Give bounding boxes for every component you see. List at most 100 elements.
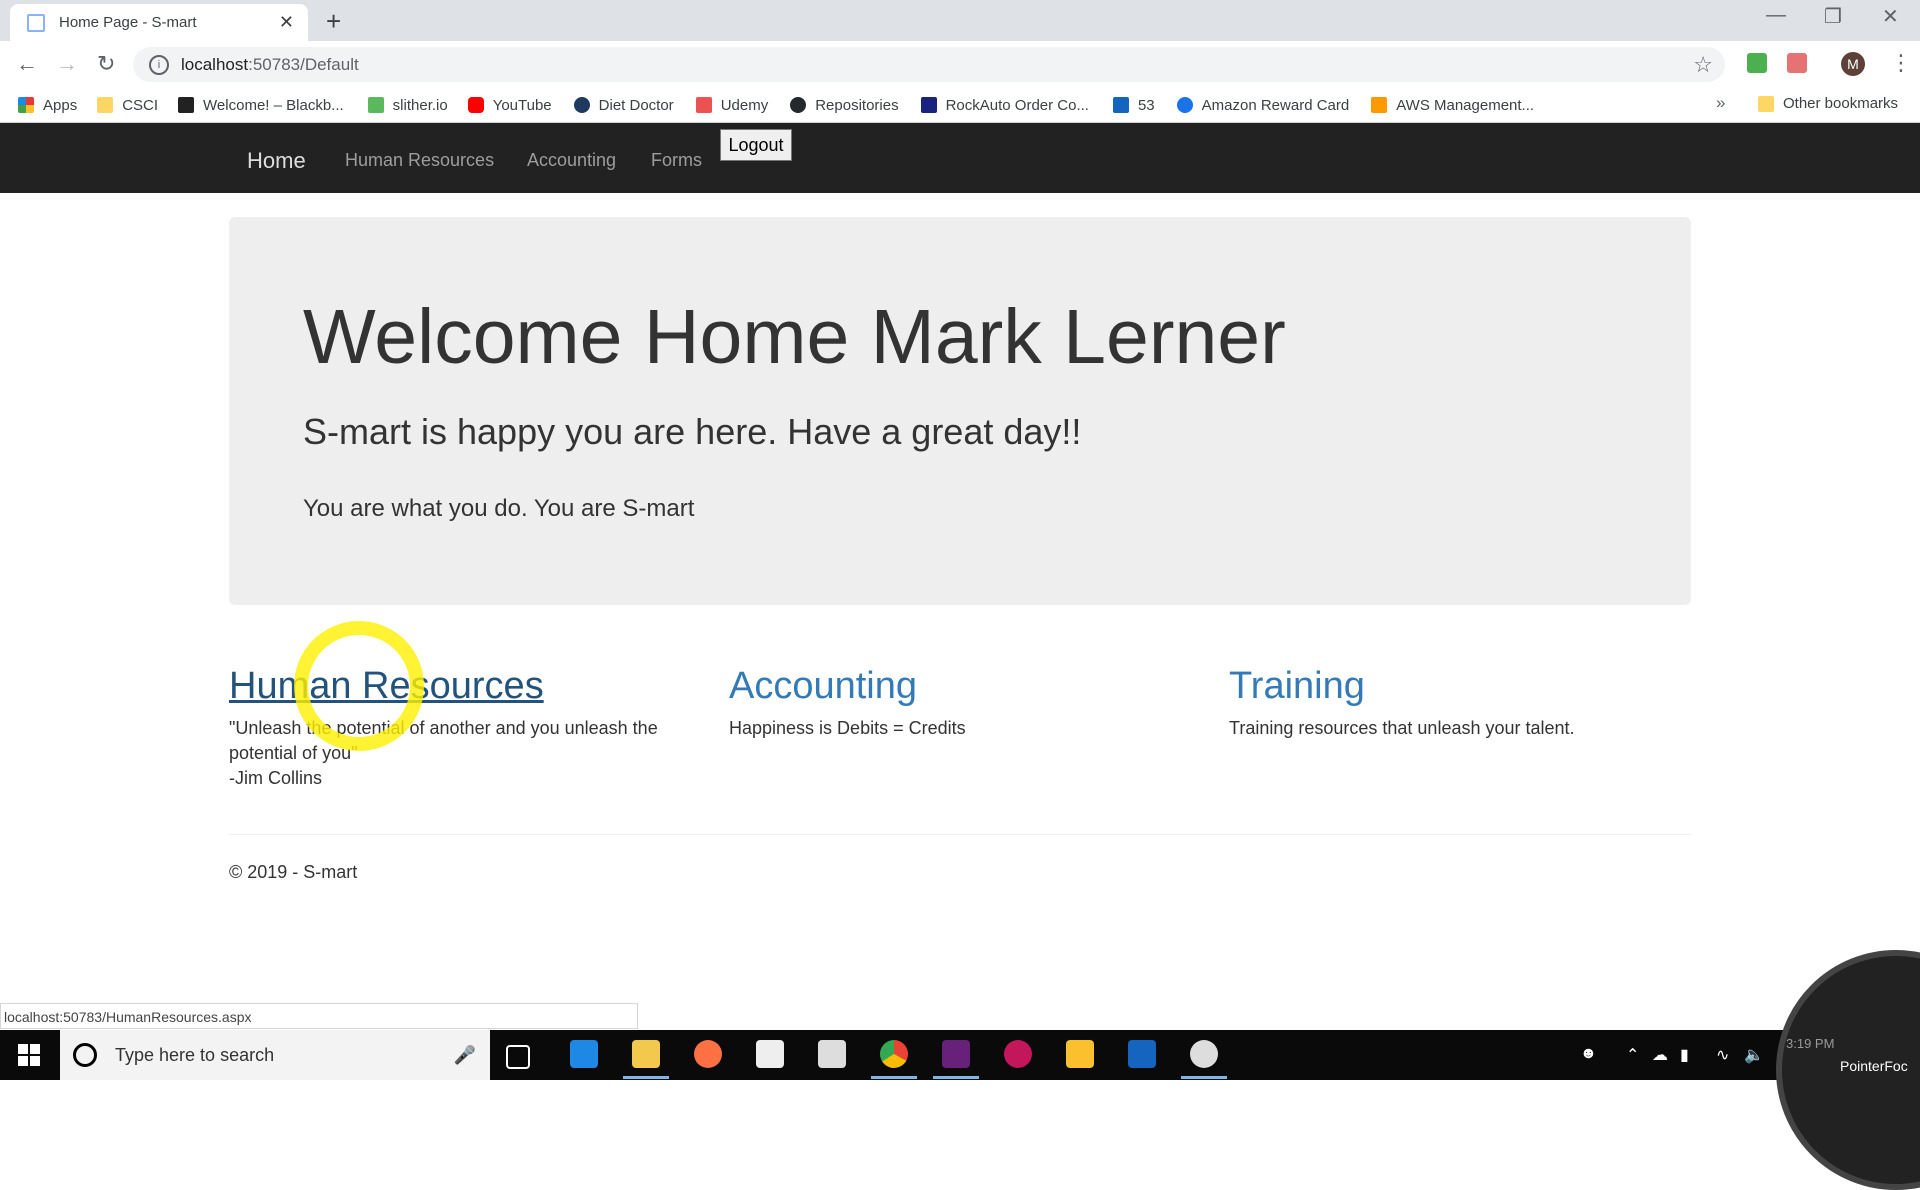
pdf-extension-icon[interactable] — [1787, 53, 1807, 73]
battery-icon[interactable]: ▮ — [1680, 1045, 1689, 1065]
windows-start-icon[interactable] — [18, 1044, 40, 1066]
running-indicator — [1181, 1076, 1227, 1079]
wifi-icon[interactable]: ∿ — [1716, 1045, 1729, 1065]
minimize-icon[interactable]: — — [1766, 4, 1786, 27]
task-view-icon[interactable] — [506, 1045, 530, 1069]
sql-app-icon[interactable] — [1128, 1040, 1156, 1068]
bookmark-amazon-reward[interactable]: Amazon Reward Card — [1176, 96, 1350, 114]
browser-menu-icon[interactable]: ⋮ — [1890, 50, 1912, 76]
running-indicator — [623, 1076, 669, 1079]
hr-quote: "Unleash the potential of another and yo… — [229, 716, 689, 791]
bookmark-slither[interactable]: slither.io — [367, 97, 448, 114]
cortana-icon — [73, 1043, 97, 1067]
bookmark-label: RockAuto Order Co... — [945, 96, 1089, 114]
chrome-icon[interactable] — [880, 1040, 908, 1068]
clock-time: 3:19 PM — [1786, 1036, 1835, 1051]
bookmarks-overflow-icon[interactable]: » — [1716, 93, 1725, 113]
taskbar-search[interactable]: Type here to search 🎤 — [60, 1030, 490, 1080]
people-icon[interactable]: ☻ — [1580, 1045, 1597, 1063]
bookmark-rockauto[interactable]: RockAuto Order Co... — [920, 96, 1089, 114]
bookmark-label: Welcome! – Blackb... — [203, 96, 344, 114]
pointer-focus-label: PointerFoc — [1840, 1058, 1908, 1074]
tools-app-icon[interactable] — [1066, 1040, 1094, 1068]
running-indicator — [871, 1076, 917, 1079]
mail-icon[interactable] — [756, 1040, 784, 1068]
hr-quote-text: "Unleash the potential of another and yo… — [229, 718, 658, 763]
bookmark-star-icon[interactable]: ☆ — [1693, 52, 1713, 78]
nav-home[interactable]: Home — [247, 148, 306, 174]
avatar[interactable]: M — [1841, 52, 1865, 76]
paint-3d-icon[interactable] — [1190, 1040, 1218, 1068]
file-explorer-icon[interactable] — [632, 1040, 660, 1068]
restore-icon[interactable]: ❐ — [1824, 4, 1842, 29]
slither-icon — [367, 97, 384, 113]
paint-app-icon[interactable] — [1004, 1040, 1032, 1068]
bookmark-apps[interactable]: Apps — [18, 97, 77, 114]
rockauto-icon — [920, 97, 937, 113]
store-icon[interactable] — [818, 1040, 846, 1068]
url-text: localhost:50783/Default — [181, 55, 359, 75]
bookmark-diet-doctor[interactable]: Diet Doctor — [573, 96, 674, 114]
tab-home-page[interactable]: Home Page - S-mart ✕ — [10, 4, 308, 41]
other-bookmarks[interactable]: Other bookmarks — [1758, 95, 1898, 112]
forward-icon[interactable]: → — [56, 51, 78, 77]
training-link[interactable]: Training — [1229, 665, 1689, 708]
tab-close-icon[interactable]: ✕ — [279, 12, 294, 33]
hr-quote-author: -Jim Collins — [229, 768, 323, 788]
url-host: localhost — [181, 54, 249, 74]
close-window-icon[interactable]: ✕ — [1882, 4, 1899, 29]
logout-button[interactable]: Logout — [720, 129, 792, 161]
bookmark-label: YouTube — [492, 96, 552, 114]
new-tab-button[interactable]: + — [326, 6, 341, 37]
onedrive-icon[interactable]: ☁ — [1652, 1045, 1668, 1065]
bookmark-blackboard[interactable]: Welcome! – Blackb... — [178, 97, 344, 114]
edge-icon[interactable] — [570, 1040, 598, 1068]
welcome-subheading: S-mart is happy you are here. Have a gre… — [303, 411, 1082, 452]
folder-icon — [97, 97, 114, 113]
reward-card-icon — [1176, 97, 1193, 113]
site-info-icon[interactable]: i — [149, 54, 169, 75]
footer-copyright: © 2019 - S-mart — [229, 862, 358, 882]
bookmark-label: CSCI — [122, 96, 159, 114]
url-path: :50783/Default — [248, 54, 359, 74]
udemy-icon — [695, 97, 712, 113]
apps-grid-icon — [18, 97, 34, 113]
bookmark-repositories[interactable]: Repositories — [790, 97, 899, 114]
tray-chevron-icon[interactable]: ⌃ — [1626, 1045, 1639, 1065]
diet-doctor-icon — [573, 97, 590, 113]
blackboard-icon — [178, 97, 195, 113]
back-icon[interactable]: ← — [16, 51, 38, 77]
jumbotron: Welcome Home Mark Lerner S-mart is happy… — [229, 217, 1691, 605]
tab-strip: Home Page - S-mart ✕ + — ❐ ✕ — [0, 0, 1920, 41]
bookmark-label: Udemy — [720, 96, 769, 114]
accounting-text: Happiness is Debits = Credits — [729, 718, 966, 738]
footer-divider — [229, 834, 1691, 835]
bookmark-csci[interactable]: CSCI — [97, 97, 158, 114]
extension-icon[interactable] — [1747, 53, 1767, 73]
running-indicator — [933, 1076, 979, 1079]
bank-icon — [1112, 97, 1129, 113]
bookmark-label: Diet Doctor — [598, 96, 674, 114]
microphone-icon[interactable]: 🎤 — [454, 1045, 476, 1066]
nav-accounting[interactable]: Accounting — [527, 150, 616, 171]
github-icon — [790, 97, 807, 113]
nav-forms[interactable]: Forms — [651, 150, 702, 171]
bookmark-label: AWS Management... — [1396, 96, 1535, 114]
bookmarks-bar: Apps CSCI Welcome! – Blackb... slither.i… — [0, 88, 1920, 123]
tab-title: Home Page - S-mart — [59, 14, 197, 31]
bookmark-youtube[interactable]: YouTube — [467, 96, 552, 114]
bookmark-udemy[interactable]: Udemy — [695, 96, 769, 114]
address-bar[interactable]: i localhost:50783/Default ☆ — [133, 47, 1725, 82]
nav-human-resources[interactable]: Human Resources — [345, 150, 494, 171]
firefox-icon[interactable] — [694, 1040, 722, 1068]
visual-studio-icon[interactable] — [942, 1040, 970, 1068]
bookmark-label: Amazon Reward Card — [1201, 96, 1350, 114]
bookmark-label: Apps — [43, 96, 78, 114]
training-text: Training resources that unleash your tal… — [1229, 718, 1575, 738]
reload-icon[interactable]: ↻ — [97, 51, 115, 77]
column-accounting: Accounting Happiness is Debits = Credits — [729, 665, 1189, 741]
bookmark-53[interactable]: 53 — [1112, 97, 1155, 114]
bookmark-aws[interactable]: AWS Management... — [1371, 97, 1534, 114]
accounting-link[interactable]: Accounting — [729, 665, 1189, 708]
volume-icon[interactable]: 🔈 — [1744, 1045, 1764, 1065]
